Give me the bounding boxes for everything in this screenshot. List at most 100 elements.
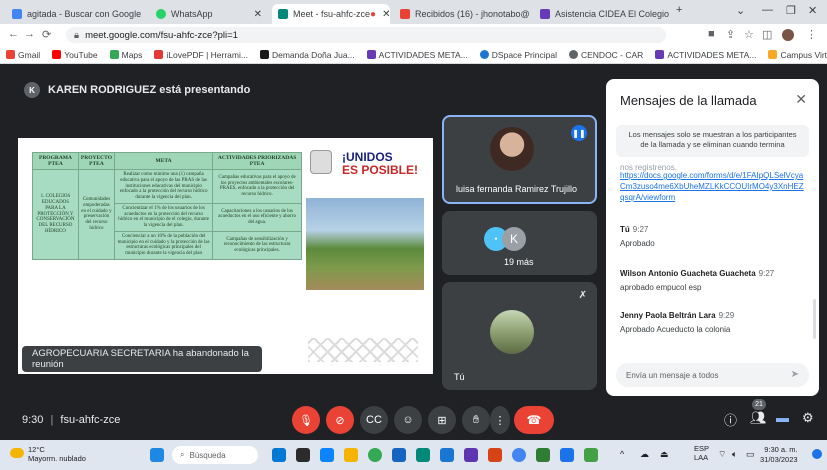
- leave-call-button[interactable]: ☎︎: [514, 406, 554, 434]
- bookmark-actividades-2[interactable]: ACTIVIDADES META...: [655, 50, 756, 60]
- leave-notification-toast: AGROPECUARIA SECRETARIA ha abandonado la…: [22, 346, 262, 372]
- meeting-separator: |: [50, 414, 54, 426]
- store-icon[interactable]: [392, 448, 406, 462]
- excel-icon[interactable]: [536, 448, 550, 462]
- taskview-icon[interactable]: [272, 448, 286, 462]
- close-icon[interactable]: ✕: [248, 9, 262, 20]
- chat-link[interactable]: https://docs.google.com/forms/d/e/1FAIpQ…: [620, 171, 805, 203]
- present-icon: ⊞: [437, 414, 447, 427]
- taskbar-search[interactable]: ⌕ Búsqueda: [172, 446, 258, 464]
- chevron-down-icon[interactable]: ⌄: [736, 4, 745, 17]
- camera-off-button[interactable]: ⊘: [326, 406, 354, 434]
- windows-start-icon[interactable]: [150, 448, 164, 462]
- speaker-name: luisa fernanda Ramirez Trujillo: [456, 184, 578, 194]
- table-cell-proyecto: Comunidades empoderadas en el cuidado y …: [77, 169, 116, 260]
- more-vert-icon: ⋮: [494, 414, 506, 427]
- weather-widget[interactable]: 12°C Mayorm. nublado: [10, 445, 86, 464]
- language-indicator[interactable]: ESP LAA: [694, 444, 709, 463]
- system-clock[interactable]: 9:30 a. m. 31/03/2023: [760, 445, 798, 465]
- others-tile[interactable]: ● K 19 más: [442, 211, 597, 275]
- battery-icon[interactable]: ▭: [746, 449, 755, 460]
- send-icon[interactable]: ➤: [791, 369, 799, 380]
- share-icon[interactable]: ⇪: [726, 28, 735, 41]
- activities-icon[interactable]: ⚙︎: [802, 410, 814, 426]
- word-icon[interactable]: [440, 448, 454, 462]
- bookmark-ilovepdf[interactable]: iLovePDF | Herrami...: [154, 50, 248, 60]
- close-window-icon[interactable]: ✕: [808, 4, 817, 17]
- chat-text: aprobado empucol esp: [620, 283, 702, 292]
- raise-hand-button[interactable]: ✋︎: [462, 406, 490, 434]
- profile-avatar[interactable]: [782, 29, 794, 41]
- usb-icon[interactable]: ⏏︎: [660, 449, 669, 460]
- tab-google-search[interactable]: agitada - Buscar con Google ✕: [6, 4, 146, 24]
- close-icon[interactable]: ✕: [379, 9, 390, 20]
- bookmark-maps[interactable]: Maps: [109, 50, 142, 60]
- bookmark-cendoc[interactable]: CENDOC - CAR: [568, 50, 643, 60]
- url-text: meet.google.com/fsu-ahfc-zce?pli=1: [85, 29, 238, 41]
- whatsapp-icon[interactable]: [584, 448, 598, 462]
- forward-icon[interactable]: →: [24, 28, 35, 40]
- info-icon[interactable]: ⓘ: [724, 410, 737, 429]
- close-icon[interactable]: ✕: [141, 9, 146, 20]
- back-icon[interactable]: ←: [8, 28, 19, 40]
- chrome-icon[interactable]: [368, 448, 382, 462]
- gmail-icon: [400, 9, 410, 19]
- forms-icon: [366, 50, 376, 59]
- outlook-icon[interactable]: [560, 448, 574, 462]
- restore-icon[interactable]: ❐: [786, 4, 796, 17]
- chat-scrollbar[interactable]: [813, 299, 816, 339]
- mic-off-button[interactable]: 🎙︎: [292, 406, 320, 434]
- presenter-banner: K KAREN RODRIGUEZ está presentando: [24, 82, 250, 98]
- speaking-indicator-icon: ❚❚: [571, 125, 587, 141]
- close-icon[interactable]: ✕: [795, 91, 807, 108]
- wifi-icon[interactable]: ⌔: [718, 449, 726, 460]
- people-icon[interactable]: 👥︎: [750, 410, 767, 426]
- minimize-icon[interactable]: —: [762, 4, 773, 16]
- explorer-icon[interactable]: [296, 448, 310, 462]
- bookmark-actividades-1[interactable]: ACTIVIDADES META...: [366, 50, 468, 60]
- table-cell-actividad: Campañas educativas para el apoyo de los…: [212, 169, 302, 204]
- tab-title: Recibidos (16) - jhonotabo@: [415, 9, 530, 19]
- tab-whatsapp[interactable]: WhatsApp ✕: [150, 4, 268, 24]
- tab-meet[interactable]: Meet - fsu-ahfc-zce ● ✕: [272, 4, 390, 24]
- folder-icon[interactable]: [344, 448, 358, 462]
- present-button[interactable]: ⊞: [428, 406, 456, 434]
- reload-icon[interactable]: ⟳: [42, 28, 51, 41]
- chrome-icon[interactable]: [512, 448, 526, 462]
- others-count: 19 más: [504, 257, 534, 267]
- menu-icon[interactable]: ⋮: [806, 28, 817, 41]
- chat-input[interactable]: Envía un mensaje a todos ➤: [616, 363, 809, 387]
- teams-icon[interactable]: [464, 448, 478, 462]
- powerpoint-icon[interactable]: [488, 448, 502, 462]
- new-tab-icon[interactable]: +: [676, 4, 682, 16]
- chat-icon[interactable]: ▬: [776, 410, 789, 425]
- cloud-icon[interactable]: ☁︎: [640, 449, 649, 460]
- bookmark-dspace[interactable]: DSpace Principal: [479, 50, 557, 60]
- meeting-time: 9:30: [22, 414, 44, 426]
- tab-asistencia[interactable]: Asistencia CIDEA El Colegio ✕: [534, 4, 670, 24]
- bookmark-demanda[interactable]: Demanda Doña Jua...: [259, 50, 355, 60]
- star-icon[interactable]: ☆: [744, 28, 754, 41]
- lock-icon: 🔒︎: [74, 29, 80, 41]
- reactions-button[interactable]: ☺: [394, 406, 422, 434]
- bookmark-gmail[interactable]: Gmail: [6, 50, 40, 60]
- app-icon[interactable]: [416, 448, 430, 462]
- edge-icon[interactable]: [320, 448, 334, 462]
- maps-icon: [109, 50, 119, 59]
- tray-chevron-icon[interactable]: ^: [620, 449, 624, 459]
- volume-icon[interactable]: 🔈︎: [732, 449, 737, 460]
- speaker-tile[interactable]: ❚❚ luisa fernanda Ramirez Trujillo: [442, 115, 597, 204]
- self-tile[interactable]: ✗ Tú: [442, 282, 597, 390]
- sidepanel-icon[interactable]: ◫: [762, 28, 772, 41]
- url-field[interactable]: 🔒︎ meet.google.com/fsu-ahfc-zce?pli=1: [66, 27, 666, 43]
- bookmark-campus-virtual[interactable]: Campus Virtual UM...: [768, 50, 827, 60]
- notification-icon[interactable]: [812, 449, 822, 459]
- bookmark-youtube[interactable]: YouTube: [52, 50, 98, 60]
- close-icon[interactable]: ✕: [669, 9, 670, 20]
- more-options-button[interactable]: ⋮: [490, 406, 510, 434]
- camera-icon[interactable]: ■: [708, 28, 715, 40]
- tab-gmail[interactable]: Recibidos (16) - jhonotabo@ ✕: [394, 4, 530, 24]
- captions-button[interactable]: CC: [360, 406, 388, 434]
- tab-title: Asistencia CIDEA El Colegio: [555, 9, 670, 19]
- language-code: ESP: [694, 444, 710, 453]
